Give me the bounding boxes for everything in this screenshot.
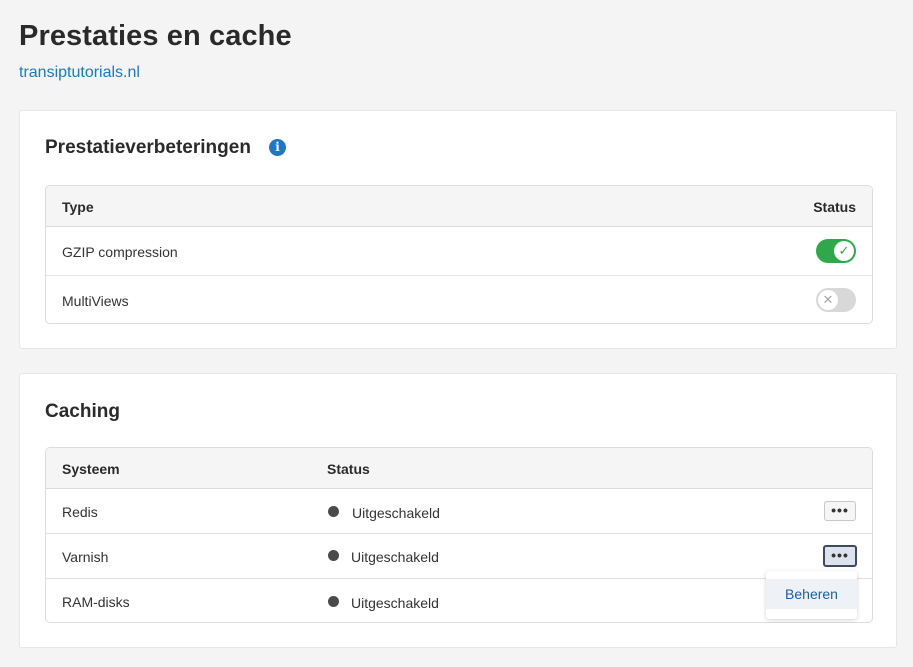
column-header-type: Type	[62, 199, 94, 215]
performance-table: Type Status GZIP compression ✓ MultiView…	[45, 185, 873, 324]
action-dropdown: Beheren	[766, 571, 857, 619]
multiviews-toggle[interactable]: ✕	[816, 288, 856, 312]
column-header-system: Systeem	[62, 461, 120, 477]
table-header: Type Status	[46, 186, 872, 227]
table-row-redis: Redis Uitgeschakeld •••	[46, 489, 872, 534]
performance-card: Prestatieverbeteringen i Type Status GZI…	[19, 110, 897, 349]
caching-table: Systeem Status Redis Uitgeschakeld ••• V…	[45, 447, 873, 623]
table-row-varnish: Varnish Uitgeschakeld •••	[46, 534, 872, 579]
system-name: Varnish	[62, 549, 109, 565]
page-title: Prestaties en cache	[19, 20, 292, 52]
column-header-status: Status	[327, 461, 370, 477]
domain-link[interactable]: transiptutorials.nl	[19, 64, 140, 82]
status-text: Uitgeschakeld	[351, 549, 439, 565]
info-icon[interactable]: i	[269, 139, 286, 156]
table-row-multiviews: MultiViews ✕	[46, 276, 872, 323]
redis-menu-button[interactable]: •••	[824, 501, 856, 521]
system-name: Redis	[62, 504, 98, 520]
column-header-status: Status	[813, 199, 856, 215]
status-dot-icon	[328, 596, 339, 607]
performance-title: Prestatieverbeteringen	[45, 137, 251, 158]
status-text: Uitgeschakeld	[351, 595, 439, 611]
caching-title: Caching	[45, 401, 120, 422]
x-icon: ✕	[818, 290, 838, 310]
table-row-gzip: GZIP compression ✓	[46, 227, 872, 276]
check-icon: ✓	[834, 241, 854, 261]
gzip-toggle[interactable]: ✓	[816, 239, 856, 263]
menu-item-beheren[interactable]: Beheren	[766, 579, 857, 609]
status-text: Uitgeschakeld	[352, 505, 440, 521]
row-label: MultiViews	[62, 293, 129, 309]
status-dot-icon	[328, 550, 339, 561]
status-dot-icon	[328, 506, 339, 517]
system-name: RAM-disks	[62, 594, 130, 610]
varnish-menu-button[interactable]: •••	[823, 545, 857, 567]
table-row-ramdisks: RAM-disks Uitgeschakeld	[46, 579, 872, 622]
table-header: Systeem Status	[46, 448, 872, 489]
row-label: GZIP compression	[62, 244, 178, 260]
